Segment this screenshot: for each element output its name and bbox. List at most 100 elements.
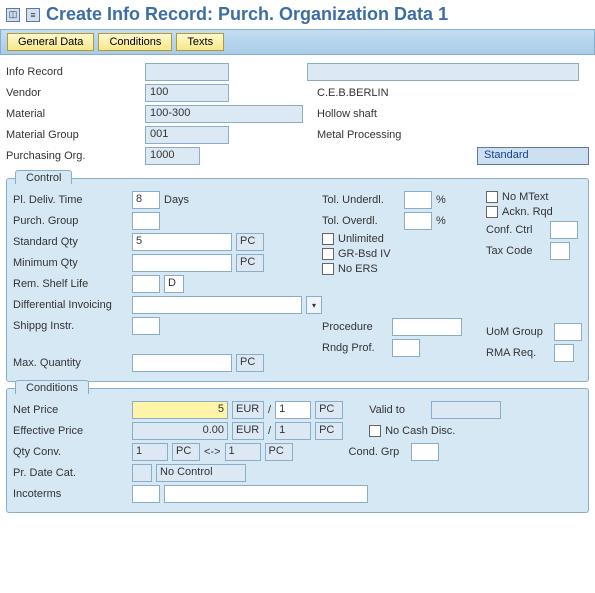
qtyconv-from: 1 — [132, 443, 168, 461]
pldeliv-input[interactable]: 8 — [132, 191, 160, 209]
qtyconv-label: Qty Conv. — [13, 446, 128, 458]
unlimited-label: Unlimited — [338, 233, 384, 245]
tab-texts[interactable]: Texts — [176, 33, 224, 51]
incoterms-label: Incoterms — [13, 488, 128, 500]
validto-label: Valid to — [369, 404, 427, 416]
rndgprof-input[interactable] — [392, 339, 420, 357]
shelf-label: Rem. Shelf Life — [13, 278, 128, 290]
minqty-label: Minimum Qty — [13, 257, 128, 269]
slash: / — [268, 404, 271, 416]
rndgprof-label: Rndg Prof. — [322, 342, 388, 354]
nocash-checkbox[interactable] — [369, 425, 381, 437]
detail-view-icon[interactable]: ◫ — [6, 8, 20, 22]
effprice-currency: EUR — [232, 422, 264, 440]
taxcode-input[interactable] — [550, 242, 570, 260]
purchgroup-label: Purch. Group — [13, 215, 128, 227]
incoterms2-input[interactable] — [164, 485, 368, 503]
minqty-input[interactable] — [132, 254, 232, 272]
shipinstr-input[interactable] — [132, 317, 160, 335]
confctrl-input[interactable] — [550, 221, 578, 239]
minqty-uom: PC — [236, 254, 264, 272]
tolover-pct: % — [436, 215, 446, 227]
material-label: Material — [6, 108, 141, 120]
matgroup-desc: Metal Processing — [307, 129, 401, 141]
purchgroup-input[interactable] — [132, 212, 160, 230]
tolunder-input[interactable] — [404, 191, 432, 209]
condgrp-input[interactable] — [411, 443, 439, 461]
category-link[interactable]: Standard — [477, 147, 589, 165]
arrow-label: <-> — [204, 446, 221, 458]
acknrqd-checkbox[interactable] — [486, 206, 498, 218]
effprice-per: 1 — [275, 422, 311, 440]
tolunder-pct: % — [436, 194, 446, 206]
tab-general-data[interactable]: General Data — [7, 33, 94, 51]
procedure-input[interactable] — [392, 318, 462, 336]
noers-label: No ERS — [338, 263, 378, 275]
netprice-uom: PC — [315, 401, 343, 419]
title-bar: ◫ ≡ Create Info Record: Purch. Organizat… — [0, 0, 595, 29]
grbsd-label: GR-Bsd IV — [338, 248, 391, 260]
diffinv-label: Differential Invoicing — [13, 299, 128, 311]
info-record-label: Info Record — [6, 66, 141, 78]
maxqty-label: Max. Quantity — [13, 357, 128, 369]
slash2: / — [268, 425, 271, 437]
shipinstr-label: Shippg Instr. — [13, 320, 128, 332]
tolover-label: Tol. Overdl. — [322, 215, 400, 227]
tab-strip: General Data Conditions Texts — [0, 29, 595, 55]
stdqty-input[interactable]: 5 — [132, 233, 232, 251]
purchorg-label: Purchasing Org. — [6, 150, 141, 162]
material-input[interactable]: 100-300 — [145, 105, 303, 123]
netprice-input[interactable]: 5 — [132, 401, 228, 419]
diffinv-input[interactable] — [132, 296, 302, 314]
qtyconv-to-uom: PC — [265, 443, 293, 461]
maxqty-input[interactable] — [132, 354, 232, 372]
procedure-label: Procedure — [322, 321, 388, 333]
conditions-panel: Conditions Net Price 5 EUR / 1 PC Valid … — [6, 388, 589, 513]
rmareq-label: RMA Req. — [486, 347, 550, 359]
confctrl-label: Conf. Ctrl — [486, 224, 546, 236]
dropdown-icon[interactable]: ▾ — [306, 296, 322, 314]
list-view-icon[interactable]: ≡ — [26, 8, 40, 22]
acknrqd-label: Ackn. Rqd — [502, 206, 553, 218]
netprice-per[interactable]: 1 — [275, 401, 311, 419]
taxcode-label: Tax Code — [486, 245, 546, 257]
stdqty-label: Standard Qty — [13, 236, 128, 248]
netprice-currency: EUR — [232, 401, 264, 419]
effprice-input: 0.00 — [132, 422, 228, 440]
prdatecat-text: No Control — [156, 464, 246, 482]
uomgroup-input[interactable] — [554, 323, 582, 341]
maxqty-uom: PC — [236, 354, 264, 372]
tolunder-label: Tol. Underdl. — [322, 194, 400, 206]
validto-input[interactable] — [431, 401, 501, 419]
purchorg-input[interactable]: 1000 — [145, 147, 200, 165]
nomtext-label: No MText — [502, 191, 548, 203]
matgroup-label: Material Group — [6, 129, 141, 141]
condgrp-label: Cond. Grp — [349, 446, 407, 458]
noers-checkbox[interactable] — [322, 263, 334, 275]
control-panel: Control Pl. Deliv. Time 8 Days Purch. Gr… — [6, 178, 589, 382]
qtyconv-from-uom: PC — [172, 443, 200, 461]
uomgroup-label: UoM Group — [486, 326, 550, 338]
info-record-desc — [307, 63, 579, 81]
tab-conditions[interactable]: Conditions — [98, 33, 172, 51]
rmareq-input[interactable] — [554, 344, 574, 362]
nomtext-checkbox[interactable] — [486, 191, 498, 203]
matgroup-input[interactable]: 001 — [145, 126, 229, 144]
shelf-unit-input[interactable]: D — [164, 275, 184, 293]
stdqty-uom: PC — [236, 233, 264, 251]
qtyconv-to: 1 — [225, 443, 261, 461]
page-title: Create Info Record: Purch. Organization … — [46, 4, 448, 25]
vendor-label: Vendor — [6, 87, 141, 99]
info-record-input[interactable] — [145, 63, 229, 81]
control-panel-title: Control — [15, 170, 72, 184]
shelf-input[interactable] — [132, 275, 160, 293]
prdatecat-input[interactable] — [132, 464, 152, 482]
tolover-input[interactable] — [404, 212, 432, 230]
prdatecat-label: Pr. Date Cat. — [13, 467, 128, 479]
vendor-input[interactable]: 100 — [145, 84, 229, 102]
grbsd-checkbox[interactable] — [322, 248, 334, 260]
effprice-label: Effective Price — [13, 425, 128, 437]
netprice-label: Net Price — [13, 404, 128, 416]
unlimited-checkbox[interactable] — [322, 233, 334, 245]
incoterms1-input[interactable] — [132, 485, 160, 503]
